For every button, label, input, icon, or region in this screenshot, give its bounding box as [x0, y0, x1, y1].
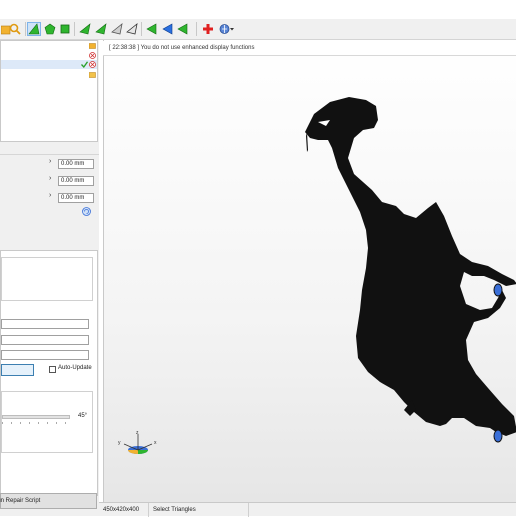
message-bar: [ 22:38:38 ] You do not use enhanced dis… [103, 41, 516, 56]
green-pentagon-icon[interactable] [43, 22, 57, 36]
chevron-right-icon[interactable]: › [49, 158, 51, 165]
chevron-right-icon[interactable]: › [49, 192, 51, 199]
blue-arrow-2-icon[interactable] [176, 22, 190, 36]
select-triangle-icon[interactable] [27, 22, 41, 36]
tool-panel: Auto-Update 45° [0, 250, 98, 496]
object-tree[interactable] [0, 40, 98, 142]
viewport-size: 450x420x400 [99, 503, 149, 517]
green-cube-icon[interactable] [58, 22, 72, 36]
slider-group: 45° [1, 391, 93, 453]
apply-button[interactable] [1, 364, 34, 376]
gray-arrow-icon[interactable] [110, 22, 124, 36]
input-field-2[interactable] [1, 335, 89, 345]
mode-indicator: Select Triangles [149, 503, 249, 517]
red-cross-icon[interactable] [201, 22, 215, 36]
3d-viewport[interactable]: z x y [103, 40, 516, 502]
svg-text:x: x [154, 440, 157, 446]
green-arrow-left-icon[interactable] [78, 22, 92, 36]
angle-value: 45° [78, 413, 88, 419]
axis-gizmo: z x y [118, 430, 157, 454]
status-bar: 450x420x400 Select Triangles [99, 502, 516, 517]
apply-icon[interactable] [82, 207, 91, 216]
title-strip [0, 0, 516, 19]
checkmark-icon[interactable] [81, 61, 88, 68]
angle-slider-track[interactable] [2, 415, 70, 419]
divider [0, 154, 99, 155]
input-field-1[interactable] [1, 319, 89, 329]
model-silhouette [305, 97, 516, 443]
blue-arrow-icon[interactable] [161, 22, 175, 36]
offset-x-field[interactable]: 0.00 mm [58, 159, 94, 169]
input-field-3[interactable] [1, 350, 89, 360]
svg-text:z: z [136, 430, 139, 436]
auto-update-label: Auto-Update [58, 365, 92, 371]
close-circle-icon[interactable] [89, 61, 96, 68]
left-panel: › 0.00 mm › 0.00 mm › 0.00 mm Auto-Updat… [0, 40, 99, 516]
main-toolbar [0, 19, 516, 40]
offset-z-field[interactable]: 0.00 mm [58, 193, 94, 203]
slider-ticks [2, 422, 70, 424]
magnifier-icon[interactable] [8, 22, 22, 36]
auto-update-checkbox[interactable] [49, 366, 56, 373]
globe-dropdown-icon[interactable] [217, 22, 237, 36]
offset-y-field[interactable]: 0.00 mm [58, 176, 94, 186]
folder-open-icon[interactable] [89, 71, 96, 78]
folder-icon[interactable] [89, 42, 96, 49]
run-repair-script-label: Run Repair Script [0, 498, 41, 504]
properties-panel: › 0.00 mm › 0.00 mm › 0.00 mm [0, 152, 99, 222]
gray-arrow-2-icon[interactable] [125, 22, 139, 36]
chevron-right-icon[interactable]: › [49, 175, 51, 182]
svg-text:y: y [118, 440, 121, 446]
tool-preview-box [1, 257, 93, 301]
message-text: [ 22:38:38 ] You do not use enhanced dis… [109, 45, 255, 51]
green-arrow-left-2-icon[interactable] [94, 22, 108, 36]
run-repair-script-button[interactable]: Run Repair Script [0, 493, 97, 509]
close-circle-icon[interactable] [89, 52, 96, 59]
green-arrow-3-icon[interactable] [145, 22, 159, 36]
